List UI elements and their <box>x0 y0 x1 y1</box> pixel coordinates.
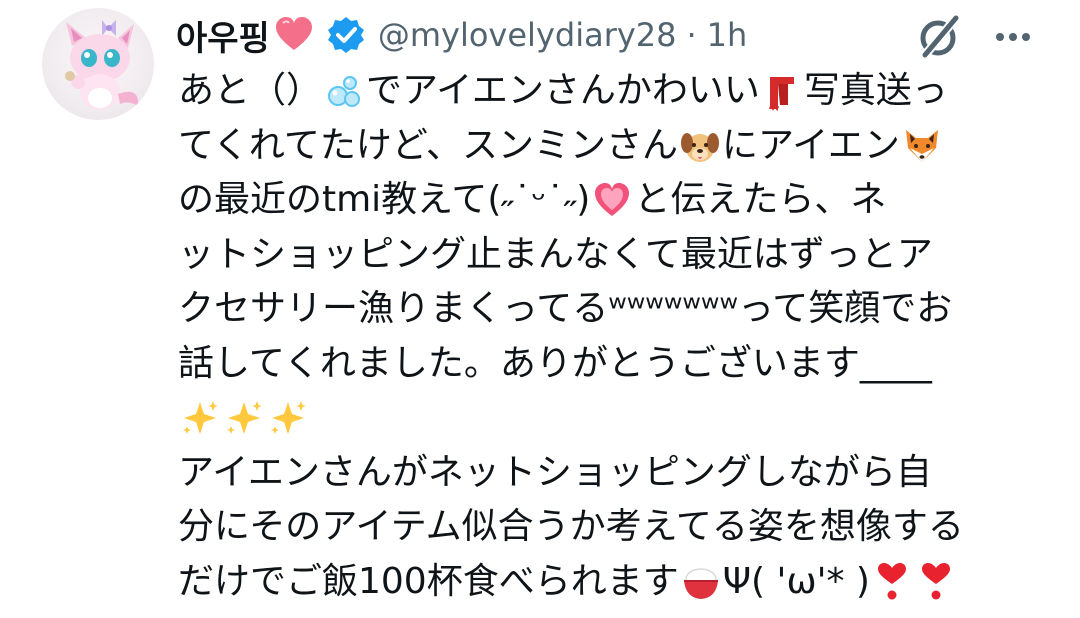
user-handle[interactable]: @mylovelydiary28 <box>378 16 677 54</box>
tweet-line: だけでご飯100杯食べられます Ψ( 'ω'* ) <box>178 555 1058 610</box>
sparkles-icon <box>224 398 264 438</box>
tweet-line: あと（） でアイエンさんかわいい 写真送っ <box>178 64 1058 119</box>
text-segment: の最近のtmi教えて(˶˙ᵕ˙˶) <box>178 179 591 220</box>
tweet-line: の最近のtmi教えて(˶˙ᵕ˙˶) と伝えたら、ネ <box>178 173 1058 228</box>
text-segment: 分にそのアイテム似合うか考えてる姿を想像する <box>178 506 964 547</box>
dog-face-icon <box>680 126 720 166</box>
sparkling-heart-icon <box>592 180 632 220</box>
scarf-icon <box>762 71 802 112</box>
separator-dot: · <box>686 16 697 54</box>
text-segment: 話してくれました。ありがとうございます____ <box>178 342 932 384</box>
bubbles-icon <box>324 71 364 111</box>
text-segment: だけでご飯100杯食べられます <box>178 560 679 602</box>
text-segment: でアイエンさんかわいい <box>366 70 760 111</box>
text-segment: アイエンさんがネットショッピングしながら自 <box>178 451 932 493</box>
fox-face-icon <box>902 126 942 166</box>
text-segment: にアイエン <box>722 124 900 166</box>
tweet-line: ットショッピング止まんなくて最近はずっとア <box>178 228 1058 283</box>
more-horizontal-icon[interactable] <box>988 14 1038 60</box>
avatar-character-image <box>65 20 139 110</box>
text-segment: Ψ( 'ω'* ) <box>722 560 870 602</box>
text-segment: と伝えたら、ネ <box>634 179 887 220</box>
display-name[interactable]: 아우핑 <box>176 11 270 60</box>
text-segment: てくれてたけど、スンミンさん <box>178 124 679 166</box>
red-heart-icon <box>274 15 314 55</box>
tweet-text: あと（） でアイエンさんかわいい 写真送っ てくれてたけど、スンミンさん にアイ… <box>178 64 1058 609</box>
tweet-line <box>178 391 1058 446</box>
heart-exclamation-icon <box>872 562 912 602</box>
text-segment: あと（） <box>178 70 323 111</box>
rice-bowl-icon <box>681 562 721 602</box>
tweet-line: クセサリー漁りまくってるʷʷʷʷʷʷʷって笑顔でお <box>178 282 1058 337</box>
tweet-line: アイエンさんがネットショッピングしながら自 <box>178 446 1058 501</box>
text-segment: 写真送っ <box>803 70 948 111</box>
verified-badge-icon[interactable] <box>326 15 366 55</box>
tweet-card[interactable]: 아우핑 @mylovelydiary28 · 1h あと（） でアイエンさんかわ… <box>0 0 1080 618</box>
sparkles-icon <box>180 398 220 438</box>
grok-icon[interactable] <box>914 12 964 62</box>
tweet-header: 아우핑 @mylovelydiary28 · 1h <box>176 10 747 60</box>
tweet-line: 話してくれました。ありがとうございます____ <box>178 337 1058 392</box>
text-segment: クセサリー漁りまくってるʷʷʷʷʷʷʷって笑顔でお <box>178 288 953 329</box>
avatar[interactable] <box>42 8 154 120</box>
sparkles-icon <box>268 398 308 438</box>
tweet-line: 分にそのアイテム似合うか考えてる姿を想像する <box>178 500 1058 555</box>
text-segment: ットショッピング止まんなくて最近はずっとア <box>178 233 933 275</box>
heart-exclamation-icon <box>916 562 956 602</box>
tweet-line: てくれてたけど、スンミンさん にアイエン <box>178 119 1058 174</box>
timestamp[interactable]: 1h <box>707 16 748 54</box>
